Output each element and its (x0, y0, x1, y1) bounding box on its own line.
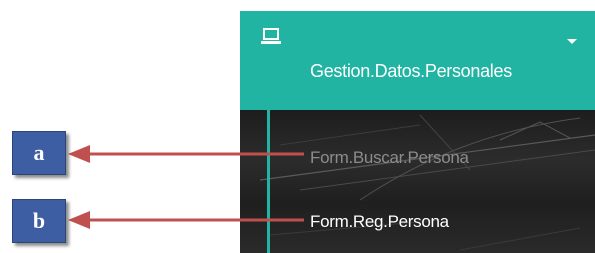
annotation-label-a: a (12, 131, 66, 175)
submenu-indicator-line (267, 110, 270, 253)
submenu: Form.Buscar.Persona Form.Reg.Persona (240, 110, 595, 253)
submenu-item-form-buscar-persona[interactable]: Form.Buscar.Persona (310, 148, 469, 168)
annotation-label-b: b (12, 199, 66, 243)
menu-group-title: Gestion.Datos.Personales (310, 61, 512, 81)
arrow-b-head-icon (68, 211, 90, 229)
arrow-a-head-icon (68, 145, 90, 163)
submenu-item-form-reg-persona[interactable]: Form.Reg.Persona (310, 212, 449, 232)
menu-group-header[interactable]: Gestion.Datos.Personales (240, 11, 595, 110)
caret-down-icon[interactable] (567, 39, 577, 44)
sidebar-menu: Gestion.Datos.Personales Form.Buscar.Per… (240, 11, 595, 253)
laptop-icon (261, 28, 281, 44)
